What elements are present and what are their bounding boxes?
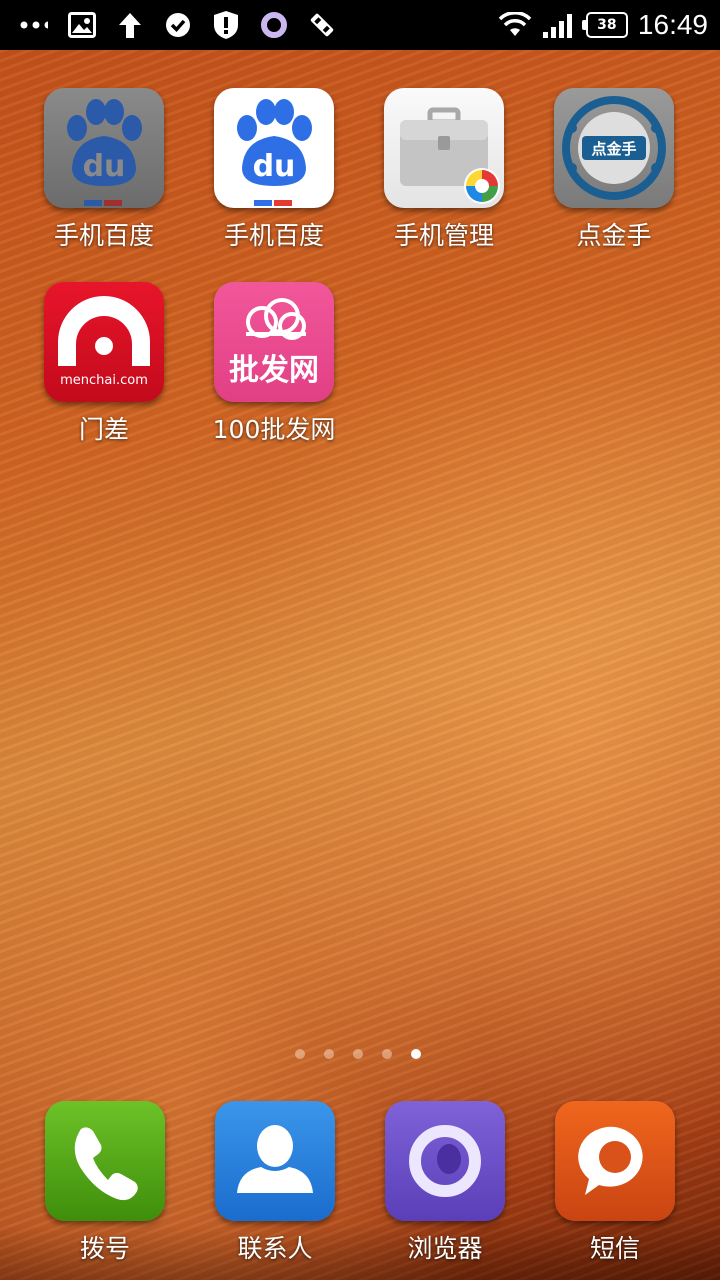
- dianjinshou-icon: 点金手: [554, 88, 674, 208]
- signal-icon: [542, 11, 576, 39]
- page-dot[interactable]: [324, 1049, 334, 1059]
- phone-icon: [45, 1101, 165, 1221]
- baidu-icon: du: [214, 88, 334, 208]
- page-dot-active[interactable]: [411, 1049, 421, 1059]
- baidu-gray-du-text: du: [83, 149, 126, 184]
- app-label: 联系人: [237, 1234, 313, 1263]
- dock-app-dialer[interactable]: 拨号: [30, 1101, 180, 1265]
- app-label: 浏览器: [407, 1234, 483, 1263]
- more-dots-icon: [20, 11, 48, 39]
- pifawang-icon: 批发网: [214, 282, 334, 402]
- shield-alert-icon: [212, 11, 240, 39]
- wifi-icon: [498, 11, 532, 39]
- app-100pifawang[interactable]: 批发网 100批发网: [199, 282, 349, 446]
- status-bar: 38 16:49: [0, 0, 720, 50]
- page-dot[interactable]: [353, 1049, 363, 1059]
- app-label: 拨号: [79, 1234, 130, 1263]
- baidu-gray-icon: du: [44, 88, 164, 208]
- battery-icon: 38: [581, 12, 628, 38]
- tool-icon: [308, 11, 336, 39]
- check-circle-icon: [164, 11, 192, 39]
- app-label: 100批发网: [212, 415, 336, 444]
- page-dot[interactable]: [382, 1049, 392, 1059]
- toolbox-icon: [384, 88, 504, 208]
- app-menchai[interactable]: menchai.com 门差: [29, 282, 179, 446]
- message-icon: [555, 1101, 675, 1221]
- dock-app-messages[interactable]: 短信: [540, 1101, 690, 1265]
- upload-arrow-icon: [116, 11, 144, 39]
- pifawang-logo-text: 批发网: [229, 353, 319, 388]
- contacts-icon: [215, 1101, 335, 1221]
- app-label: 手机管理: [393, 221, 494, 250]
- app-phone-manager[interactable]: 手机管理: [369, 88, 519, 252]
- menchai-logo-text: menchai.com: [60, 373, 148, 388]
- battery-level: 38: [597, 17, 617, 33]
- app-label: 短信: [589, 1234, 640, 1263]
- app-label: 手机百度: [53, 221, 154, 250]
- dock-app-browser[interactable]: 浏览器: [370, 1101, 520, 1265]
- app-baidu[interactable]: du 手机百度: [199, 88, 349, 252]
- app-baidu-gray[interactable]: du 手机百度: [29, 88, 179, 252]
- baidu-du-text: du: [253, 149, 296, 184]
- clock: 16:49: [637, 9, 708, 40]
- dock-app-contacts[interactable]: 联系人: [200, 1101, 350, 1265]
- page-dot[interactable]: [295, 1049, 305, 1059]
- browser-icon: [385, 1101, 505, 1221]
- dianjinshou-logo-text: 点金手: [591, 140, 636, 158]
- ring-icon: [260, 11, 288, 39]
- menchai-icon: menchai.com: [44, 282, 164, 402]
- app-dianjinshou[interactable]: 点金手 点金手: [539, 88, 689, 252]
- app-label: 门差: [78, 415, 129, 444]
- image-icon: [68, 11, 96, 39]
- app-label: 点金手: [576, 221, 652, 250]
- page-indicator[interactable]: [295, 1049, 421, 1059]
- app-label: 手机百度: [223, 221, 324, 250]
